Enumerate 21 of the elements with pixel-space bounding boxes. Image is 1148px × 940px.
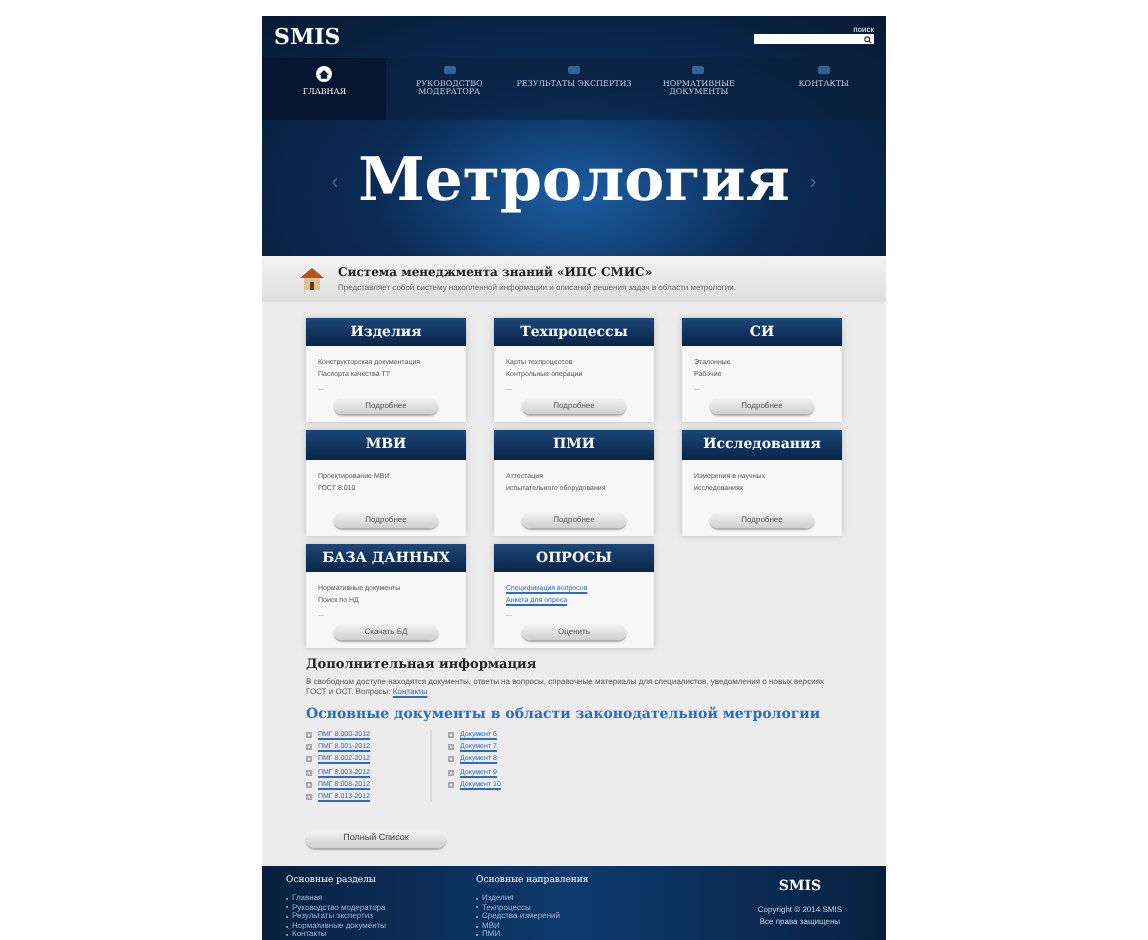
checkbox[interactable]	[306, 769, 312, 776]
checkbox[interactable]	[306, 794, 312, 801]
home-icon	[316, 66, 333, 82]
house-icon	[298, 266, 326, 291]
checkbox[interactable]	[306, 731, 312, 738]
checkbox[interactable]	[448, 781, 455, 788]
search-field[interactable]	[754, 34, 874, 44]
checkbox[interactable]	[448, 731, 455, 738]
hero-title: Метрология	[358, 152, 790, 212]
checkbox[interactable]	[306, 781, 312, 788]
checkbox[interactable]	[306, 744, 312, 751]
nav-icon	[692, 66, 705, 74]
checkbox[interactable]	[448, 769, 455, 776]
logo: SMIS	[274, 26, 341, 48]
checkbox[interactable]	[448, 744, 455, 751]
nav-icon	[817, 66, 830, 74]
checkbox[interactable]	[448, 756, 455, 763]
nav-icon	[443, 66, 456, 74]
search-icon	[864, 35, 872, 43]
checkbox[interactable]	[306, 756, 312, 763]
nav-icon	[568, 66, 581, 74]
